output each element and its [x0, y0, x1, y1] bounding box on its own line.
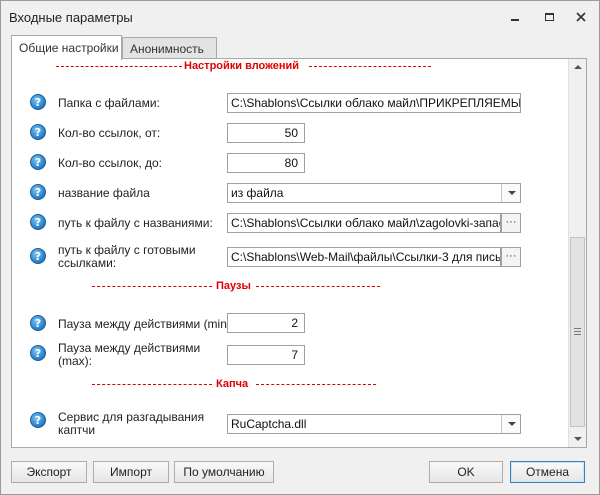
help-icon[interactable]: ? [30, 214, 46, 230]
help-icon[interactable]: ? [30, 184, 46, 200]
tab-anonymity[interactable]: Анонимность [122, 37, 217, 59]
close-button[interactable] [571, 9, 591, 25]
folder-label: Папка с файлами: [58, 96, 160, 110]
section-divider [56, 66, 182, 67]
links-path-input[interactable]: C:\Shablons\Web-Mail\файлы\Ссылки-3 для … [227, 247, 501, 267]
minimize-button[interactable] [505, 9, 525, 25]
help-icon[interactable]: ? [30, 345, 46, 361]
help-icon[interactable]: ? [30, 154, 46, 170]
help-icon[interactable]: ? [30, 315, 46, 331]
settings-scroll-area: Настройки вложений ? Папка с файлами: C:… [12, 59, 568, 447]
section-heading-attachments: Настройки вложений [184, 60, 300, 72]
section-heading-pauses: Паузы [216, 280, 251, 292]
section-divider [256, 286, 380, 287]
links-from-label: Кол-во ссылок, от: [58, 126, 161, 140]
links-path-label: путь к файлу с готовыми ссылками: [58, 244, 196, 270]
file-name-select-value: из файла [231, 186, 284, 200]
file-name-select[interactable]: из файла [227, 183, 521, 203]
defaults-button[interactable]: По умолчанию [174, 461, 274, 483]
pause-max-input[interactable]: 7 [227, 345, 305, 365]
maximize-icon [544, 13, 554, 21]
links-to-label: Кол-во ссылок, до: [58, 156, 163, 170]
names-path-browse-button[interactable]: ··· [501, 213, 521, 233]
ok-button[interactable]: OK [429, 461, 503, 483]
scrollbar-thumb[interactable] [570, 237, 585, 427]
cancel-button[interactable]: Отмена [510, 461, 585, 483]
grip-line [574, 334, 581, 335]
chevron-down-icon[interactable] [501, 184, 520, 202]
pause-min-label: Пауза между действиями (min): [58, 317, 235, 331]
vertical-scrollbar[interactable] [568, 59, 586, 447]
links-path-browse-button[interactable]: ··· [501, 247, 521, 267]
section-divider [309, 66, 431, 67]
folder-path-input[interactable]: C:\Shablons\Ссылки облако майл\ПРИКРЕПЛЯ… [227, 93, 521, 113]
grip-line [574, 328, 581, 329]
links-to-input[interactable]: 80 [227, 153, 305, 173]
help-icon[interactable]: ? [30, 412, 46, 428]
scroll-down-arrow-icon[interactable] [569, 431, 586, 447]
names-path-input[interactable]: C:\Shablons\Ссылки облако майл\zagolovki… [227, 213, 501, 233]
help-icon[interactable]: ? [30, 124, 46, 140]
captcha-service-select-value: RuCaptcha.dll [231, 417, 307, 431]
section-divider [92, 384, 212, 385]
pause-max-label-line2: (max): [58, 354, 92, 368]
pause-min-input[interactable]: 2 [227, 313, 305, 333]
input-parameters-window: Входные параметры Общие настройки Аноним… [0, 0, 600, 495]
import-button[interactable]: Импорт [93, 461, 169, 483]
title-bar: Входные параметры [1, 1, 599, 33]
window-title: Входные параметры [9, 10, 133, 25]
names-path-label: путь к файлу с названиями: [58, 216, 213, 230]
close-icon [576, 12, 586, 22]
help-icon[interactable]: ? [30, 248, 46, 264]
pause-max-label: Пауза между действиями (max): [58, 342, 200, 368]
chevron-down-icon[interactable] [501, 415, 520, 433]
file-name-label: название файла [58, 186, 150, 200]
settings-panel: Настройки вложений ? Папка с файлами: C:… [11, 58, 587, 448]
section-divider [92, 286, 212, 287]
captcha-service-label-line2: каптчи [58, 423, 96, 437]
grip-line [574, 331, 581, 332]
section-divider [256, 384, 376, 385]
help-icon[interactable]: ? [30, 94, 46, 110]
captcha-service-label: Сервис для разгадывания каптчи [58, 411, 204, 437]
links-path-label-line2: ссылками: [58, 256, 117, 270]
links-from-input[interactable]: 50 [227, 123, 305, 143]
scroll-up-arrow-icon[interactable] [569, 59, 586, 75]
tab-general-settings[interactable]: Общие настройки [11, 35, 122, 60]
maximize-button[interactable] [539, 9, 559, 25]
export-button[interactable]: Экспорт [11, 461, 87, 483]
captcha-service-select[interactable]: RuCaptcha.dll [227, 414, 521, 434]
minimize-icon [511, 19, 519, 21]
section-heading-captcha: Капча [216, 378, 249, 390]
